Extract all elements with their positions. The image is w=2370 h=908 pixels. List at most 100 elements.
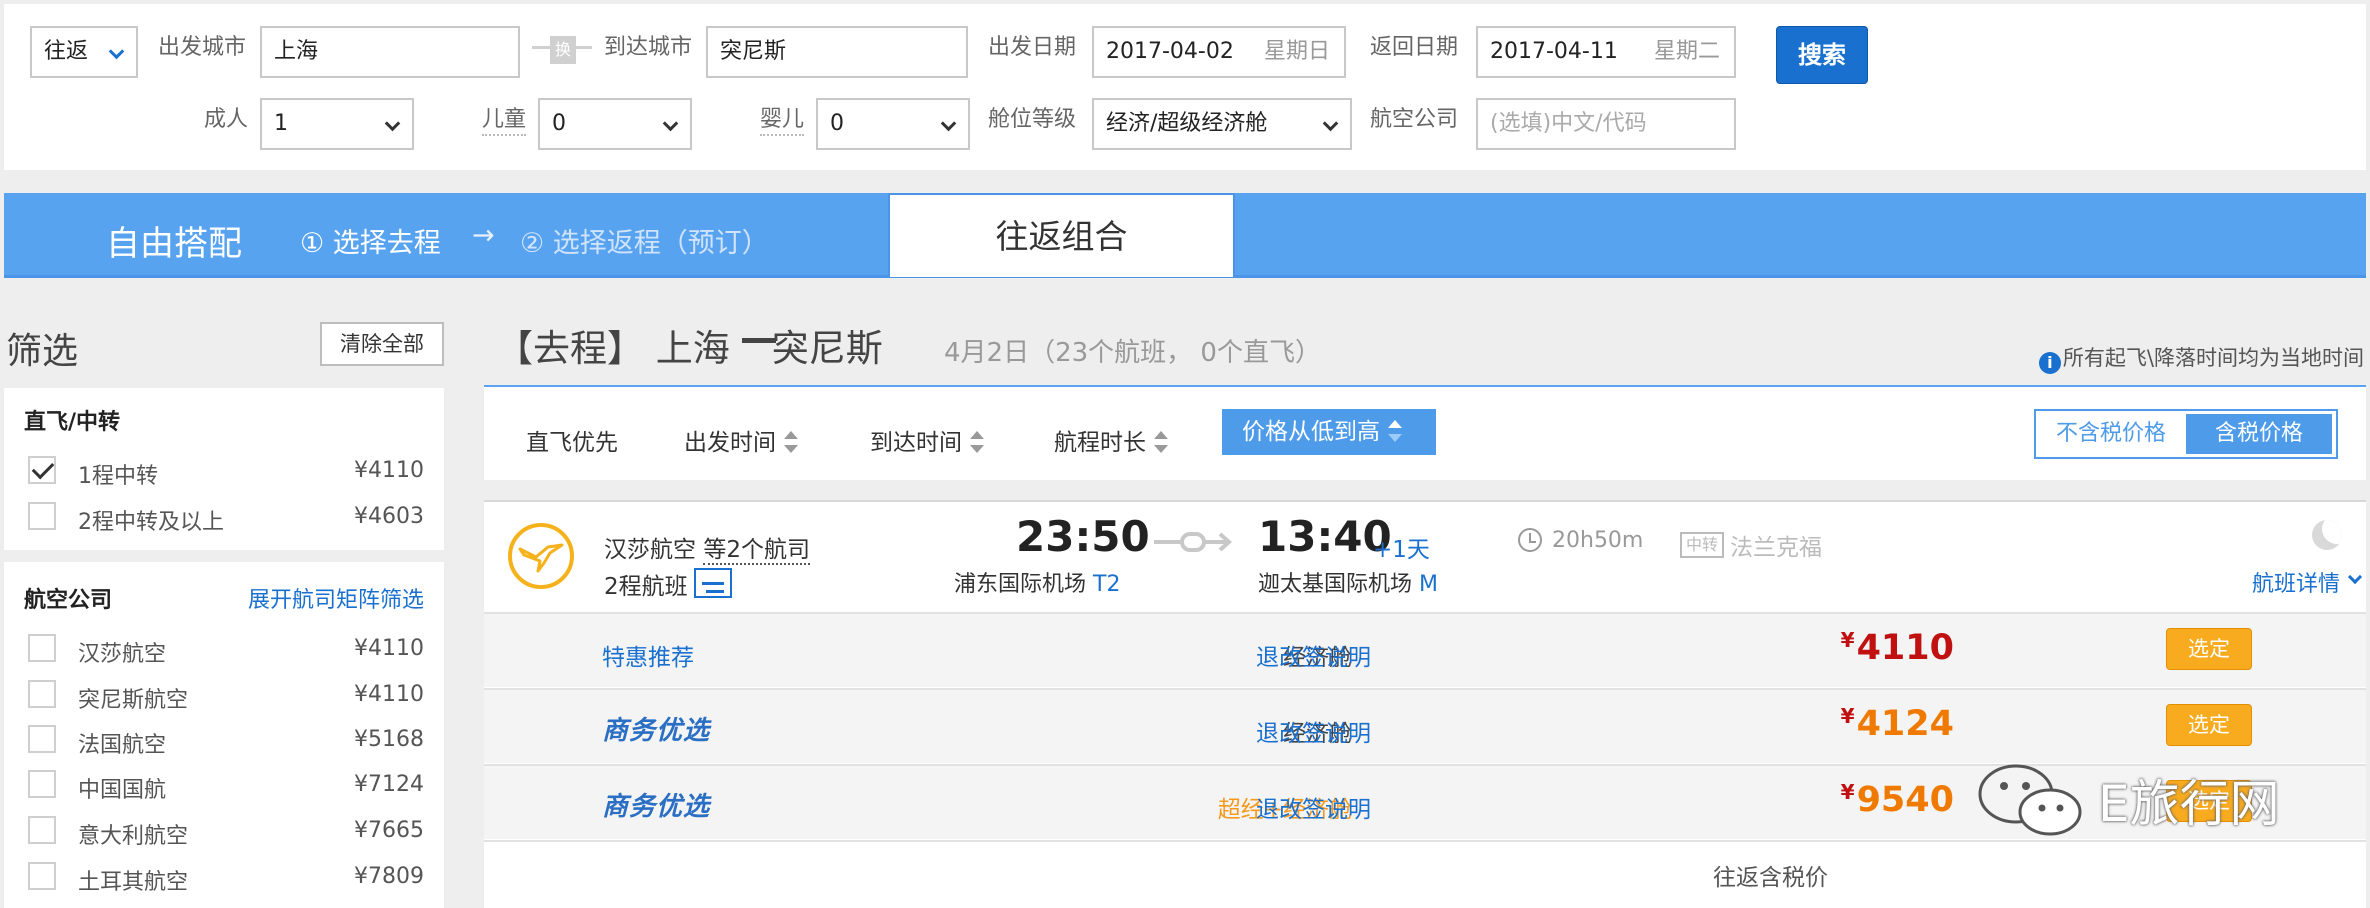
fare-rules-link[interactable]: 退改签说明: [1256, 638, 1371, 672]
return-date-input[interactable]: 2017-04-11 星期二: [1476, 26, 1736, 78]
chevron-down-icon: [384, 115, 401, 132]
filter-option-price: ¥7124: [354, 772, 424, 797]
infant-count-select[interactable]: 0: [816, 98, 970, 150]
filter-checkbox-airline[interactable]: [28, 770, 56, 798]
filter-checkbox-airline[interactable]: [28, 816, 56, 844]
filter-checkbox-one-stop[interactable]: [28, 456, 56, 484]
sort-depart-time[interactable]: 出发时间: [684, 423, 798, 457]
arrival-time: 13:40: [1258, 512, 1392, 561]
airline-input[interactable]: (选填)中文/代码: [1476, 98, 1736, 150]
sort-arrows-icon: [784, 431, 798, 453]
sort-price-low-high[interactable]: 价格从低到高: [1222, 409, 1436, 455]
departure-time: 23:50: [1016, 512, 1150, 561]
stops-filter-title: 直飞/中转: [24, 410, 121, 435]
more-airlines-link[interactable]: 等2个航司: [703, 537, 810, 565]
filter-option-price: ¥4110: [354, 458, 424, 483]
info-icon: i: [2038, 352, 2061, 374]
search-button[interactable]: 搜索: [1776, 26, 1868, 84]
fare-price-value: 9540: [1856, 780, 1954, 820]
filter-option-label: 汉莎航空: [78, 642, 167, 667]
sort-label: 出发时间: [684, 430, 776, 456]
filter-option-label: 突尼斯航空: [78, 688, 189, 713]
watermark: E旅行网: [1972, 760, 2280, 844]
select-fare-button[interactable]: 选定: [2166, 628, 2252, 670]
depart-date-input[interactable]: 2017-04-02 星期日: [1092, 26, 1346, 78]
wechat-icon: [1978, 764, 2082, 836]
departure-terminal: T2: [1093, 572, 1121, 597]
swap-cities-button[interactable]: 换: [528, 32, 596, 72]
tab-round-trip-combo[interactable]: 往返组合: [888, 193, 1235, 277]
from-city-value: 上海: [274, 39, 319, 64]
price-incl-tax-button[interactable]: 含税价格: [2186, 414, 2332, 454]
currency-symbol: ¥: [1840, 704, 1855, 728]
stops-filter-group: 直飞/中转 1程中转 ¥4110 2程中转及以上 ¥4603: [4, 388, 444, 550]
price-excl-tax-button[interactable]: 不含税价格: [2036, 411, 2186, 457]
sort-label: 价格从低到高: [1242, 419, 1380, 445]
sort-label: 到达时间: [870, 430, 962, 456]
fare-price: ¥4124: [1841, 704, 1954, 744]
sort-label: 航程时长: [1054, 430, 1146, 456]
airline-filter-title: 航空公司: [24, 588, 113, 613]
step-select-outbound: ① 选择去程: [300, 228, 441, 259]
results-subtitle: 4月2日（23个航班， 0个直飞）: [944, 338, 1321, 368]
arrival-airport-name: 迦太基国际机场: [1258, 572, 1413, 597]
depart-date-label: 出发日期: [988, 35, 1077, 60]
watermark-text: E旅行网: [2098, 775, 2280, 833]
to-city-value: 突尼斯: [720, 39, 787, 64]
filter-option-label: 法国航空: [78, 733, 167, 758]
depart-date-value: 2017-04-02: [1106, 39, 1234, 64]
clear-all-button[interactable]: 清除全部: [320, 322, 444, 366]
filter-option-price: ¥7809: [354, 864, 424, 889]
departure-airport-name: 浦东国际机场: [954, 572, 1087, 597]
clock-icon: [1518, 528, 1542, 552]
chevron-down-icon: [940, 115, 957, 132]
sort-direct-first[interactable]: 直飞优先: [526, 423, 618, 457]
cabin-class-select[interactable]: 经济/超级经济舱: [1092, 98, 1352, 150]
filter-option-price: ¥5168: [354, 727, 424, 752]
swap-icon-glyph: 换: [554, 40, 571, 59]
fare-rules-link[interactable]: 退改签说明: [1256, 714, 1371, 748]
fare-price-value: 4124: [1856, 704, 1954, 744]
adult-label: 成人: [204, 107, 249, 132]
fare-price: ¥9540: [1841, 780, 1954, 820]
flight-details-link[interactable]: 航班详情: [2252, 566, 2340, 598]
filter-checkbox-airline[interactable]: [28, 725, 56, 753]
sort-arrows-icon: [970, 431, 984, 453]
fare-rules-link[interactable]: 退改签说明: [1256, 790, 1371, 824]
sort-arrive-time[interactable]: 到达时间: [870, 423, 984, 457]
chevron-down-icon: [108, 43, 125, 60]
return-weekday: 星期二: [1653, 39, 1720, 64]
filter-option-label: 2程中转及以上: [78, 510, 224, 535]
price-tax-toggle: 不含税价格 含税价格: [2034, 409, 2338, 459]
chevron-down-icon: [662, 115, 679, 132]
red-eye-moon-icon: [2312, 520, 2342, 550]
flight-duration: 20h50m: [1552, 528, 1644, 553]
fare-tag-business-choice: 商务优选: [602, 716, 711, 746]
step-arrow: →: [472, 220, 495, 251]
filter-option-label: 1程中转: [78, 464, 158, 489]
filter-checkbox-two-stops[interactable]: [28, 502, 56, 530]
tab-free-match[interactable]: 自由搭配: [106, 216, 242, 265]
filter-checkbox-airline[interactable]: [28, 862, 56, 890]
airline-matrix-link[interactable]: 展开航司矩阵筛选: [248, 582, 424, 614]
to-city-input[interactable]: 突尼斯: [706, 26, 968, 78]
fare-row: 商务优选 经济舱 退改签说明 ¥4124 选定: [484, 688, 2366, 763]
from-city-input[interactable]: 上海: [260, 26, 520, 78]
step-select-return: ② 选择返程（预订）: [520, 228, 769, 259]
arrival-airport: 迦太基国际机场 M: [1258, 566, 1438, 598]
fare-price: ¥4110: [1841, 628, 1954, 668]
swap-icon: 换: [550, 36, 576, 64]
filter-checkbox-airline[interactable]: [28, 680, 56, 708]
child-count-select[interactable]: 0: [538, 98, 692, 150]
adult-count-select[interactable]: 1: [260, 98, 414, 150]
flight-route-icon: [1154, 532, 1232, 552]
codeshare-icon: [694, 568, 732, 598]
filter-option-price: ¥4603: [354, 504, 424, 529]
adult-count-value: 1: [274, 111, 288, 136]
filter-checkbox-airline[interactable]: [28, 634, 56, 662]
select-fare-button[interactable]: 选定: [2166, 704, 2252, 746]
sort-duration[interactable]: 航程时长: [1054, 423, 1168, 457]
trip-type-select[interactable]: 往返: [30, 26, 138, 78]
filter-option-price: ¥7665: [354, 818, 424, 843]
fare-price-value: 4110: [1856, 628, 1954, 668]
